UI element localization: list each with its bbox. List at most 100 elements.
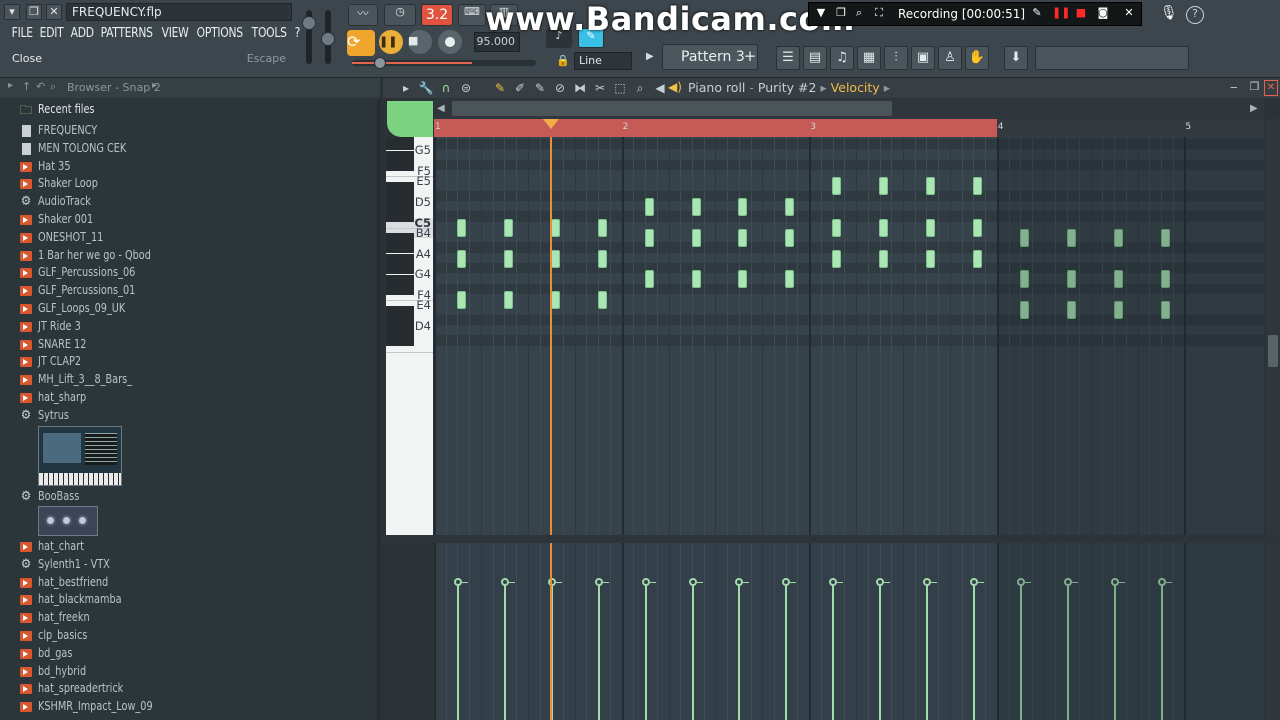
note[interactable] xyxy=(597,290,607,309)
mode-indicator[interactable]: 3.2 xyxy=(421,4,453,26)
browser-item[interactable]: FREQUENCY xyxy=(0,122,380,140)
stop-rec-icon[interactable]: ■ xyxy=(1074,6,1088,20)
select-icon[interactable]: ⬚ xyxy=(611,80,629,96)
playhead-marker[interactable] xyxy=(543,119,560,129)
menu-view[interactable]: VIEW xyxy=(158,24,192,44)
lock-icon[interactable]: 🔒 xyxy=(556,54,570,68)
black-key[interactable] xyxy=(386,253,414,274)
browser-item[interactable]: ⚙ Sytrus xyxy=(0,407,380,425)
note[interactable] xyxy=(972,177,982,196)
menu-tools[interactable]: TOOLS xyxy=(248,24,290,44)
browser-item[interactable]: clp_basics xyxy=(0,627,380,645)
browser-item[interactable]: KSHMR_Impact_Low_09 xyxy=(0,698,380,716)
scroll-left-icon[interactable]: ◀ xyxy=(437,101,449,116)
browser-item[interactable]: JT Ride 3 xyxy=(0,318,380,336)
note[interactable] xyxy=(738,270,748,289)
draw-pencil-icon[interactable]: ✎ xyxy=(491,80,509,96)
black-key[interactable] xyxy=(386,202,414,223)
browser-item[interactable]: hat_blackmamba xyxy=(0,591,380,609)
plugin-picker-icon[interactable]: ♙ xyxy=(938,46,962,70)
browser-search-icon[interactable]: ⌕ xyxy=(50,80,56,94)
velocity-bar[interactable] xyxy=(926,581,928,720)
window-menu-icon[interactable]: ▾ xyxy=(4,4,20,20)
metronome-icon[interactable]: ◷ xyxy=(384,4,416,26)
browser-item[interactable]: GLF_Loops_09_UK xyxy=(0,300,380,318)
velocity-bar[interactable] xyxy=(457,581,459,720)
pause-button[interactable]: ❚❚ xyxy=(379,30,403,54)
slip-icon[interactable]: ⧓ xyxy=(571,80,589,96)
note[interactable] xyxy=(644,197,654,216)
note[interactable] xyxy=(926,177,935,196)
velocity-bar[interactable] xyxy=(691,581,694,720)
magnet-icon[interactable]: ∩ xyxy=(437,80,455,96)
note[interactable] xyxy=(644,270,654,289)
velocity-bar[interactable] xyxy=(785,581,788,720)
note[interactable] xyxy=(691,197,701,216)
note[interactable] xyxy=(457,249,466,268)
piano-roll-icon[interactable]: ♫ xyxy=(830,46,854,70)
browser-item[interactable]: hat_sharp xyxy=(0,389,380,407)
vertical-scroll-thumb[interactable] xyxy=(1268,335,1278,367)
browser-item[interactable]: ⚙ BooBass xyxy=(0,488,380,506)
browser-item[interactable]: GLF_Percussions_01 xyxy=(0,282,380,300)
restore-icon[interactable]: ❐ xyxy=(26,4,42,20)
pause-rec-icon[interactable]: ❚❚ xyxy=(1052,6,1070,20)
browser-item[interactable]: hat_bestfriend xyxy=(0,574,380,592)
browser-item[interactable]: Shaker 001 xyxy=(0,211,380,229)
note[interactable] xyxy=(503,290,513,309)
fullscreen-icon[interactable]: ⛶ xyxy=(872,6,886,20)
note[interactable] xyxy=(879,218,889,237)
note[interactable] xyxy=(644,228,654,247)
pencil-icon[interactable]: ✎ xyxy=(1030,6,1044,20)
browser-item[interactable]: ⚙ Sylenth1 - VTX xyxy=(0,556,380,574)
black-key[interactable] xyxy=(386,137,414,150)
menu-help[interactable]: ? xyxy=(291,24,304,44)
velocity-scrollbar[interactable] xyxy=(1266,543,1280,720)
snap-mode-select[interactable]: Line xyxy=(574,52,632,70)
channel-rack-icon[interactable]: ▤ xyxy=(803,46,827,70)
browser-item[interactable]: SNARE 12 xyxy=(0,336,380,354)
velocity-bar[interactable] xyxy=(832,581,835,720)
menu-patterns[interactable]: PATTERNS xyxy=(97,24,156,44)
note[interactable] xyxy=(972,249,982,268)
note[interactable] xyxy=(457,218,466,237)
note[interactable] xyxy=(597,249,607,268)
browser-item[interactable]: ⚙ AudioTrack xyxy=(0,193,380,211)
browser-item[interactable]: JT CLAP2 xyxy=(0,353,380,371)
pattern-song-toggle[interactable]: ⟳ xyxy=(347,30,375,56)
loop-region[interactable] xyxy=(434,119,997,137)
velocity-handle[interactable] xyxy=(829,577,838,586)
mixer-icon[interactable]: ⫶ xyxy=(884,46,908,70)
wrench-icon[interactable]: 🔧 xyxy=(417,80,435,96)
note[interactable] xyxy=(879,177,889,196)
black-key[interactable] xyxy=(386,305,414,326)
browser-item[interactable]: Hat 35 xyxy=(0,158,380,176)
menu-options[interactable]: OPTIONS xyxy=(193,24,246,44)
black-key[interactable] xyxy=(386,233,414,254)
black-key[interactable] xyxy=(386,150,414,171)
browser-item[interactable]: Shaker Loop xyxy=(0,175,380,193)
note[interactable] xyxy=(832,177,842,196)
browser-item[interactable]: hat_freekn xyxy=(0,609,380,627)
delete-tool-icon[interactable]: ✎ xyxy=(531,80,549,96)
velocity-handle[interactable] xyxy=(969,577,978,586)
piano-roll-menu-icon[interactable]: ▸ xyxy=(397,80,415,96)
note[interactable] xyxy=(972,218,982,237)
note[interactable] xyxy=(738,228,748,247)
note[interactable] xyxy=(457,290,466,309)
pattern-prev-icon[interactable]: ▶ xyxy=(646,46,660,68)
note[interactable] xyxy=(738,197,748,216)
velocity-handle[interactable] xyxy=(782,577,791,586)
help-icon[interactable]: ? xyxy=(1186,6,1204,24)
browser-scrollbar[interactable] xyxy=(377,100,380,720)
velocity-bar[interactable] xyxy=(503,581,506,720)
song-position-handle[interactable] xyxy=(374,57,386,69)
boobass-thumbnail[interactable] xyxy=(38,506,98,536)
menu-edit[interactable]: EDIT xyxy=(36,24,67,44)
wave-icon[interactable]: 〰 xyxy=(348,4,378,26)
velocity-handle[interactable] xyxy=(454,577,462,586)
note[interactable] xyxy=(926,218,935,237)
event-editor-divider[interactable] xyxy=(383,535,1280,543)
velocity-bar[interactable] xyxy=(879,581,882,720)
dropdown-icon[interactable]: ▼ xyxy=(814,6,828,20)
